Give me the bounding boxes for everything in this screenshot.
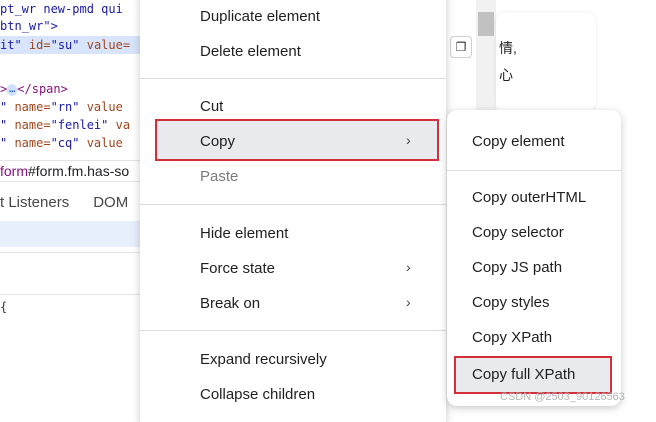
menu-item-collapse-children[interactable]: Collapse children — [200, 378, 315, 412]
dom-tree-line[interactable]: it" id="su" value= — [0, 36, 140, 54]
breadcrumb-selector: #form.fm.has-so — [28, 163, 130, 179]
menu-item-copy-styles[interactable]: Copy styles — [472, 286, 550, 320]
breadcrumb-tag: form — [0, 163, 28, 179]
menu-separator — [140, 204, 446, 205]
scrollbar-thumb[interactable] — [478, 12, 494, 36]
chevron-right-icon: › — [406, 259, 411, 275]
dom-tree-line[interactable]: pt_wr new-pmd qui — [0, 0, 123, 18]
page-card — [496, 12, 596, 112]
dom-tree-line[interactable]: " name="fenlei" va — [0, 116, 130, 134]
code-token: "cq" — [50, 136, 87, 150]
chevron-right-icon: › — [406, 294, 411, 310]
code-token: value — [86, 136, 123, 150]
page-text: 心 — [499, 67, 513, 83]
code-token: btn_wr"> — [0, 19, 58, 33]
inspect-element-icon[interactable]: ❐ — [450, 36, 472, 58]
menu-item-delete-element[interactable]: Delete element — [200, 35, 301, 69]
highlight-box-copy — [155, 119, 439, 161]
watermark: CSDN @2503_90126563 — [500, 391, 625, 403]
menu-item-paste: Paste — [200, 168, 239, 185]
menu-item-copy-js-path[interactable]: Copy JS path — [472, 251, 562, 285]
highlight-box-copy-full-xpath — [454, 356, 612, 394]
code-token: </span> — [17, 82, 68, 96]
dom-tree-line[interactable]: >… </span> — [0, 80, 68, 98]
code-token: value= — [86, 38, 131, 52]
code-token: "su" — [50, 38, 87, 52]
menu-separator — [140, 330, 446, 331]
menu-item-copy-xpath[interactable]: Copy XPath — [472, 321, 552, 355]
dom-tree-line[interactable]: " name="rn" value — [0, 98, 123, 116]
context-menu: Duplicate element Delete element Cut Cop… — [140, 0, 446, 422]
code-token: "fenlei" — [50, 118, 116, 132]
code-token: va — [115, 118, 131, 132]
breadcrumb[interactable]: form#form.fm.has-so — [0, 160, 140, 182]
devtools-elements-panel: pt_wr new-pmd qui btn_wr"> it" id="su" val… — [0, 0, 140, 413]
styles-filter-bar[interactable] — [0, 221, 140, 247]
tab-dom[interactable]: DOM — [93, 194, 128, 211]
code-token: "rn" — [50, 100, 87, 114]
code-token: " — [0, 118, 15, 132]
code-token: pt_wr new-pmd qui — [0, 2, 123, 16]
menu-item-hide-element[interactable]: Hide element — [200, 217, 288, 251]
menu-separator — [140, 78, 446, 79]
menu-separator — [447, 170, 621, 171]
page-text: 情, — [499, 40, 517, 56]
code-token: name= — [14, 118, 51, 132]
ellipsis-icon[interactable]: … — [7, 83, 18, 96]
style-rule-brace: { — [0, 300, 8, 314]
menu-item-expand-recursively[interactable]: Expand recursively — [200, 343, 327, 377]
code-token: " — [0, 136, 15, 150]
menu-item-force-state[interactable]: Force state — [200, 252, 275, 286]
dom-tree-line[interactable]: " name="cq" value — [0, 134, 123, 152]
copy-submenu: Copy element Copy outerHTML Copy selecto… — [447, 110, 621, 406]
code-token: > — [0, 82, 8, 96]
code-token: value — [86, 100, 123, 114]
menu-item-break-on[interactable]: Break on — [200, 287, 260, 321]
code-token: it" — [0, 38, 29, 52]
menu-item-copy-element[interactable]: Copy element — [472, 125, 565, 159]
code-token: name= — [14, 136, 51, 150]
menu-item-copy-outerhtml[interactable]: Copy outerHTML — [472, 181, 586, 215]
tab-event-listeners[interactable]: t Listeners — [0, 194, 69, 211]
divider — [0, 252, 140, 253]
devtools-subtabs: t Listeners DOM — [0, 186, 140, 220]
dom-tree-line[interactable]: btn_wr"> — [0, 17, 58, 35]
divider — [0, 294, 140, 295]
menu-item-duplicate-element[interactable]: Duplicate element — [200, 0, 320, 34]
code-token: name= — [14, 100, 51, 114]
menu-item-copy-selector[interactable]: Copy selector — [472, 216, 564, 250]
code-token: " — [0, 100, 15, 114]
code-token: id= — [28, 38, 51, 52]
